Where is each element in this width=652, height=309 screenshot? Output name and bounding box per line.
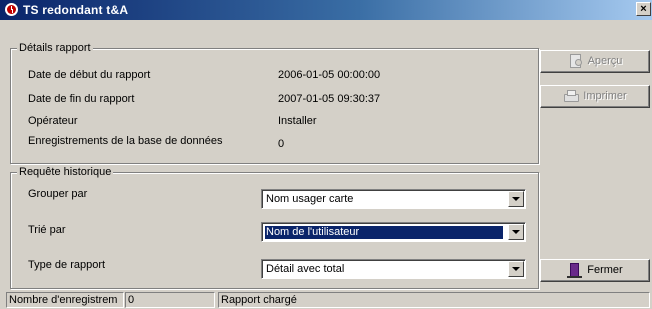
report-details-legend: Détails rapport <box>17 42 93 55</box>
report-type-select[interactable]: Détail avec total <box>261 259 526 279</box>
db-records-label: Enregistrements de la base de données <box>28 135 223 147</box>
end-date-value: 2007-01-05 09:30:37 <box>278 93 381 105</box>
window-title: TS redondant t&A <box>23 3 129 17</box>
status-records-count: 0 <box>125 292 215 308</box>
history-query-group: Requête historique Grouper par Nom usage… <box>10 166 539 289</box>
close-button-label: Fermer <box>587 264 623 277</box>
start-date-label: Date de début du rapport <box>28 69 151 81</box>
start-date-value: 2006-01-05 00:00:00 <box>278 69 381 81</box>
chevron-down-icon[interactable] <box>508 261 524 277</box>
report-type-label: Type de rapport <box>28 259 106 271</box>
print-button[interactable]: Imprimer <box>540 85 650 108</box>
chevron-down-icon[interactable] <box>508 191 524 207</box>
operator-value: Installer <box>278 115 317 127</box>
close-button[interactable]: Fermer <box>540 259 650 282</box>
door-exit-icon <box>567 263 583 279</box>
clock-icon <box>5 3 18 16</box>
report-details-group: Détails rapport Date de début du rapport… <box>10 42 539 164</box>
title-bar[interactable]: TS redondant t&A × <box>0 0 652 20</box>
preview-icon <box>568 54 584 69</box>
history-query-legend: Requête historique <box>17 166 114 179</box>
sort-by-label: Trié par <box>28 224 66 236</box>
group-by-value: Nom usager carte <box>266 193 354 205</box>
sort-by-value: Nom de l'utilisateur <box>264 225 504 240</box>
status-message: Rapport chargé <box>218 292 650 308</box>
preview-button-label: Aperçu <box>587 55 623 68</box>
operator-label: Opérateur <box>28 115 78 127</box>
preview-button[interactable]: Aperçu <box>540 50 650 73</box>
chevron-down-icon[interactable] <box>508 224 524 240</box>
close-window-button[interactable]: × <box>636 2 651 16</box>
end-date-label: Date de fin du rapport <box>28 93 135 105</box>
status-records-label: Nombre d'enregistrem <box>6 292 124 308</box>
group-by-label: Grouper par <box>28 188 88 200</box>
sort-by-select[interactable]: Nom de l'utilisateur <box>261 222 526 242</box>
report-type-value: Détail avec total <box>266 263 345 275</box>
db-records-value: 0 <box>278 138 285 150</box>
print-button-label: Imprimer <box>583 90 627 103</box>
group-by-select[interactable]: Nom usager carte <box>261 189 526 209</box>
printer-icon <box>563 89 580 103</box>
status-bar: Nombre d'enregistrem 0 Rapport chargé <box>0 291 652 309</box>
